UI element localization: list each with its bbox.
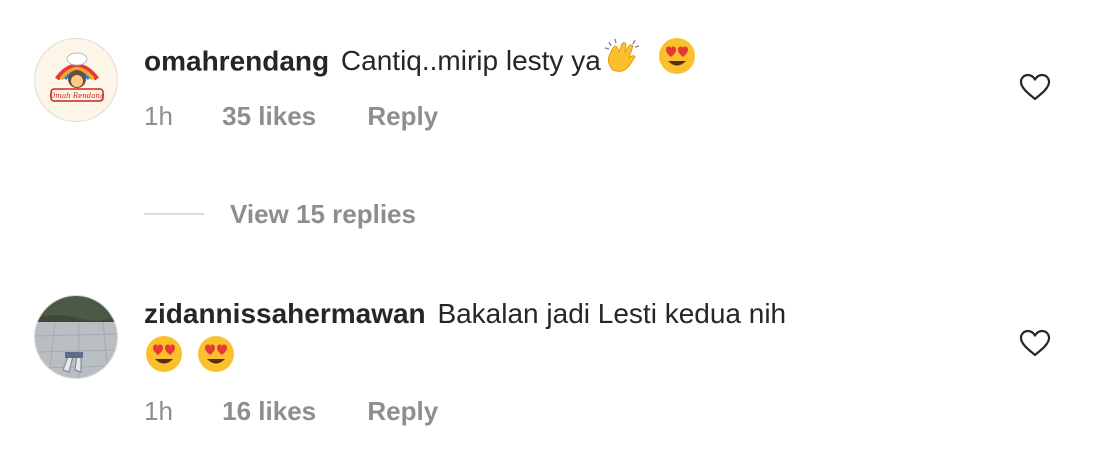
like-button[interactable] — [1018, 72, 1052, 102]
clapping-hands-emoji-icon — [601, 36, 641, 86]
comment-time: 1h — [144, 396, 173, 426]
replies-divider — [144, 213, 204, 215]
comment-meta: 1h 35 likes Reply — [144, 101, 438, 132]
avatar[interactable]: Omah Rendang — [34, 38, 118, 122]
comment-emoji-line — [144, 336, 236, 386]
comment-text: omahrendang Cantiq..mirip lesty ya — [144, 38, 697, 88]
heart-eyes-emoji-icon — [657, 36, 697, 86]
comment-text: zidannissahermawan Bakalan jadi Lesti ke… — [144, 295, 786, 333]
reply-button[interactable]: Reply — [367, 101, 438, 132]
like-button[interactable] — [1018, 328, 1052, 358]
heart-eyes-emoji-icon — [144, 334, 184, 384]
omahrendang-logo-icon: Omah Rendang — [35, 39, 117, 121]
heart-eyes-emoji-icon — [196, 334, 236, 384]
likes-count[interactable]: 35 likes — [222, 101, 316, 132]
heart-outline-icon — [1019, 73, 1051, 101]
svg-text:Omah Rendang: Omah Rendang — [50, 92, 105, 100]
user-photo-icon — [35, 296, 117, 378]
avatar[interactable] — [34, 295, 118, 379]
likes-count[interactable]: 16 likes — [222, 396, 316, 427]
view-replies-button[interactable]: View 15 replies — [144, 196, 416, 232]
comment-username[interactable]: omahrendang — [144, 45, 329, 76]
comment-username[interactable]: zidannissahermawan — [144, 298, 426, 329]
comment-body: Bakalan jadi Lesti kedua nih — [437, 298, 787, 329]
comment-body: Cantiq..mirip lesty ya — [340, 45, 601, 77]
comment-time: 1h — [144, 101, 173, 131]
view-replies-label: View 15 replies — [230, 198, 416, 229]
reply-button[interactable]: Reply — [367, 396, 438, 427]
comment-meta: 1h 16 likes Reply — [144, 396, 438, 427]
heart-outline-icon — [1019, 329, 1051, 357]
